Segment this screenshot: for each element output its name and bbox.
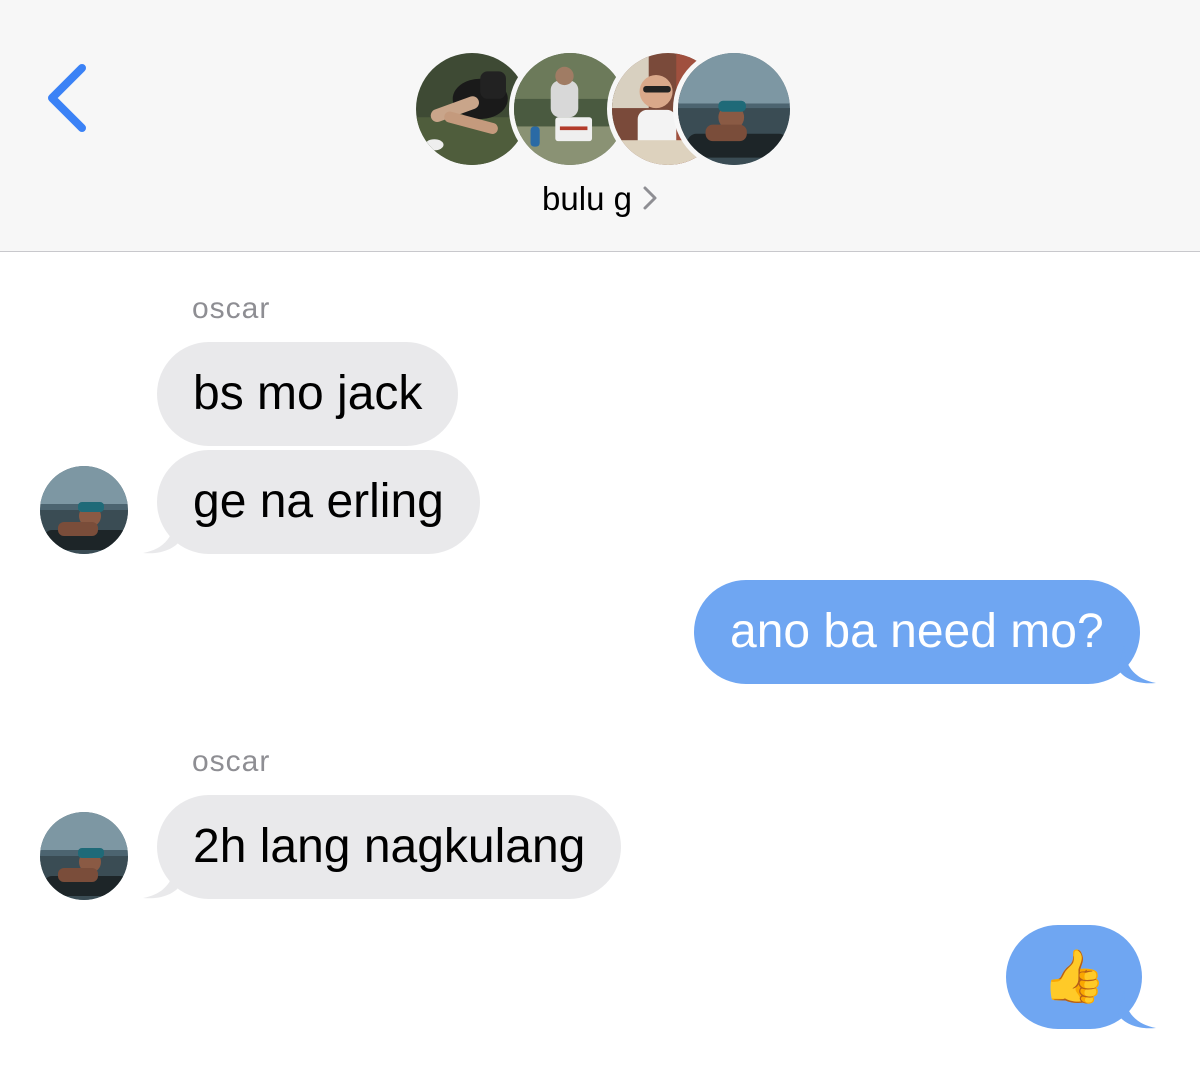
message-text: ano ba need mo?	[730, 605, 1104, 658]
message-bubble-outgoing[interactable]: ano ba need mo?	[694, 580, 1140, 684]
thumbs-up-emoji: 👍	[1041, 947, 1107, 1007]
group-member-avatar	[673, 48, 795, 170]
message-bubble-incoming[interactable]: bs mo jack	[157, 342, 459, 446]
sender-name: oscar	[192, 745, 271, 778]
contact-avatar[interactable]	[40, 466, 128, 554]
message-text: bs mo jack	[193, 367, 423, 420]
contact-avatar[interactable]	[40, 812, 128, 900]
message-text: 2h lang nagkulang	[193, 820, 586, 873]
group-name: bulu g	[542, 180, 632, 217]
bubble-tail	[143, 860, 181, 899]
message-text: ge na erling	[193, 475, 444, 528]
group-name-button[interactable]: bulu g	[0, 180, 1200, 218]
bubble-tail	[1118, 645, 1156, 684]
message-bubble-incoming[interactable]: 2h lang nagkulang	[157, 795, 622, 899]
bubble-tail	[1118, 990, 1156, 1029]
message-bubble-incoming[interactable]: ge na erling	[157, 450, 480, 554]
chevron-left-icon	[48, 64, 86, 132]
bubble-tail	[143, 515, 181, 554]
conversation-header: bulu g	[0, 0, 1200, 252]
back-button[interactable]	[40, 62, 100, 134]
group-avatars[interactable]	[411, 48, 795, 170]
sender-name: oscar	[192, 292, 271, 325]
chevron-right-icon	[643, 186, 657, 210]
